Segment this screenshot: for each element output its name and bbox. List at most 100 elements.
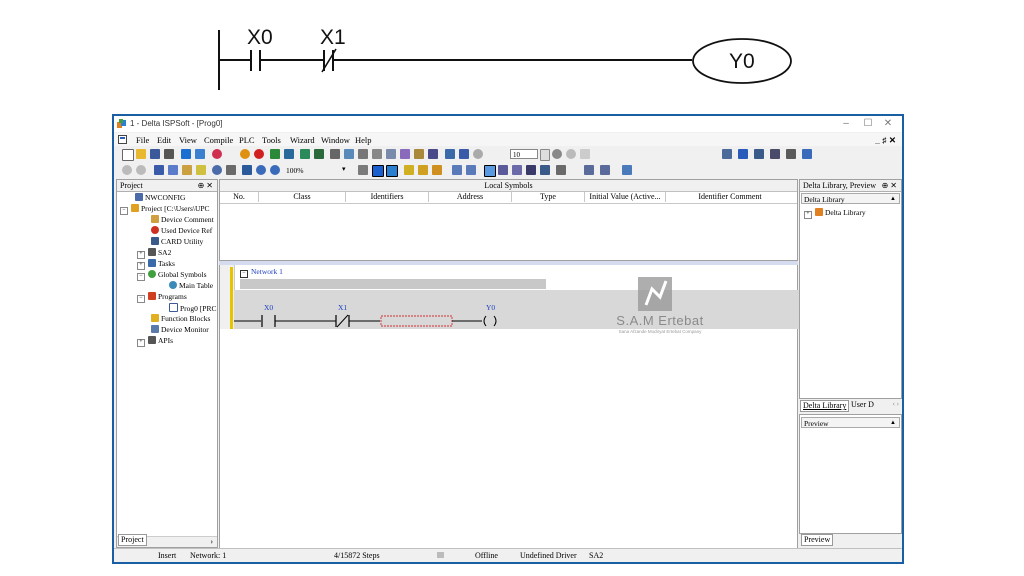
monitor-ladder-icon[interactable] bbox=[314, 149, 324, 159]
menu-plc[interactable]: PLC bbox=[239, 135, 255, 145]
cut-icon[interactable] bbox=[154, 165, 164, 175]
forward-icon[interactable] bbox=[136, 165, 146, 175]
link-icon[interactable] bbox=[580, 149, 590, 159]
pen-icon[interactable] bbox=[330, 149, 340, 159]
new-file-icon[interactable] bbox=[122, 149, 134, 161]
tree-item-apis[interactable]: + APIs bbox=[137, 336, 173, 347]
compile-icon[interactable] bbox=[212, 149, 222, 159]
tree-item-delta-library[interactable]: + Delta Library bbox=[804, 208, 866, 219]
menu-wizard[interactable]: Wizard bbox=[290, 135, 315, 145]
back-icon[interactable] bbox=[122, 165, 132, 175]
print-icon[interactable] bbox=[164, 149, 174, 159]
layout-icon[interactable] bbox=[181, 149, 191, 159]
rung-contact-x1[interactable]: X1 bbox=[338, 303, 347, 312]
contact-nc-icon[interactable] bbox=[466, 165, 476, 175]
api-icon[interactable] bbox=[540, 165, 550, 175]
close-button[interactable]: ✕ bbox=[878, 117, 898, 131]
tab-project[interactable]: Project bbox=[118, 534, 147, 546]
project-panel-pin-close[interactable]: ⊕ ✕ bbox=[198, 180, 213, 191]
menu-file[interactable]: File bbox=[136, 135, 149, 145]
panel-2-icon[interactable] bbox=[738, 149, 748, 159]
zoom-dropdown-icon[interactable]: ▾ bbox=[342, 165, 346, 173]
tree-item-function-blocks[interactable]: Function Blocks bbox=[151, 314, 210, 324]
tab-preview[interactable]: Preview bbox=[801, 534, 834, 546]
expand-icon[interactable]: + bbox=[137, 339, 145, 347]
panel-4-icon[interactable] bbox=[770, 149, 780, 159]
tree-item-nwconfig[interactable]: NWCONFIG bbox=[135, 193, 185, 203]
scroll-right-icon[interactable]: › bbox=[210, 537, 213, 547]
collapse-icon[interactable]: − bbox=[120, 207, 128, 215]
collapse-icon[interactable]: − bbox=[137, 273, 145, 281]
goto-icon[interactable] bbox=[242, 165, 252, 175]
insert-network-below-icon[interactable] bbox=[418, 165, 428, 175]
panel-6-icon[interactable] bbox=[802, 149, 812, 159]
tree-item-global-symbols[interactable]: − Global Symbols bbox=[137, 270, 207, 281]
panel-3-icon[interactable] bbox=[754, 149, 764, 159]
coil-icon[interactable] bbox=[512, 165, 522, 175]
contact-no-icon[interactable] bbox=[452, 165, 462, 175]
spinner-icon[interactable] bbox=[540, 149, 550, 161]
table-icon[interactable] bbox=[386, 149, 396, 159]
library-dropdown[interactable]: Delta Library ▲ bbox=[801, 193, 900, 204]
tree-item-main-table[interactable]: Main Table bbox=[169, 281, 213, 291]
vertical-line-icon[interactable] bbox=[584, 165, 594, 175]
parallel-icon[interactable] bbox=[622, 165, 632, 175]
refresh-icon[interactable] bbox=[566, 149, 576, 159]
zoom-in-icon[interactable] bbox=[256, 165, 266, 175]
stop-icon[interactable] bbox=[254, 149, 264, 159]
and-icon[interactable] bbox=[556, 165, 566, 175]
tab-delta-library[interactable]: Delta Library bbox=[800, 400, 850, 412]
menu-help[interactable]: Help bbox=[355, 135, 372, 145]
rung-coil-y0[interactable]: Y0 bbox=[486, 303, 495, 312]
run-icon[interactable] bbox=[240, 149, 250, 159]
status-dot-icon[interactable] bbox=[552, 149, 562, 159]
open-folder-icon[interactable] bbox=[136, 149, 146, 159]
expand-icon[interactable]: + bbox=[137, 251, 145, 259]
tree-item-project[interactable]: − Project [C:\Users\UPC bbox=[120, 204, 210, 215]
branch-icon[interactable] bbox=[600, 165, 610, 175]
list-icon[interactable] bbox=[372, 149, 382, 159]
panel-1-icon[interactable] bbox=[722, 149, 732, 159]
save-icon[interactable] bbox=[150, 149, 160, 159]
insert-network-icon[interactable] bbox=[404, 165, 414, 175]
library-panel-pin-close[interactable]: ⊕ ✕ bbox=[882, 180, 897, 191]
preview-dropdown[interactable]: Preview ▲ bbox=[801, 417, 900, 428]
scan-time-input[interactable]: 10 bbox=[510, 149, 538, 159]
column-identifier-comment[interactable]: Identifier Comment bbox=[666, 192, 794, 202]
search-icon[interactable] bbox=[400, 149, 410, 159]
collapse-icon[interactable]: − bbox=[137, 295, 145, 303]
tree-item-programs[interactable]: − Programs bbox=[137, 292, 187, 303]
window-icon[interactable] bbox=[195, 149, 205, 159]
panel-5-icon[interactable] bbox=[786, 149, 796, 159]
device-icon[interactable] bbox=[459, 149, 469, 159]
column-class[interactable]: Class bbox=[259, 192, 346, 202]
zoom-level[interactable]: 100% bbox=[286, 166, 304, 175]
monitor-icon[interactable] bbox=[300, 149, 310, 159]
copy-icon[interactable] bbox=[168, 165, 178, 175]
menu-edit[interactable]: Edit bbox=[157, 135, 171, 145]
column-no[interactable]: No. bbox=[220, 192, 259, 202]
replace-icon[interactable] bbox=[226, 165, 236, 175]
edit-icon[interactable] bbox=[344, 149, 354, 159]
contact-icon[interactable] bbox=[498, 165, 508, 175]
tree-item-card-utility[interactable]: CARD Utility bbox=[151, 237, 203, 247]
tree-item-device-comment[interactable]: Device Comment bbox=[151, 215, 214, 225]
cross-ref-icon[interactable] bbox=[428, 149, 438, 159]
maximize-button[interactable]: ☐ bbox=[858, 117, 878, 131]
delete-network-icon[interactable] bbox=[432, 165, 442, 175]
expand-icon[interactable]: + bbox=[804, 211, 812, 219]
upload-icon[interactable] bbox=[284, 149, 294, 159]
column-initial-value[interactable]: Initial Value (Active... bbox=[585, 192, 666, 202]
menu-window[interactable]: Window bbox=[321, 135, 350, 145]
grid-icon[interactable] bbox=[358, 149, 368, 159]
menu-tools[interactable]: Tools bbox=[262, 135, 281, 145]
tree-item-used-device[interactable]: Used Device Ref bbox=[151, 226, 212, 236]
column-type[interactable]: Type bbox=[512, 192, 585, 202]
column-identifiers[interactable]: Identifiers bbox=[346, 192, 429, 202]
comment-icon[interactable] bbox=[358, 165, 368, 175]
paste-icon[interactable] bbox=[182, 165, 192, 175]
expand-icon[interactable]: + bbox=[137, 262, 145, 270]
minimize-button[interactable]: – bbox=[836, 117, 856, 131]
tree-item-sa2[interactable]: + SA2 bbox=[137, 248, 171, 259]
mdi-window-controls[interactable]: _ ♯ ✕ bbox=[875, 135, 896, 146]
